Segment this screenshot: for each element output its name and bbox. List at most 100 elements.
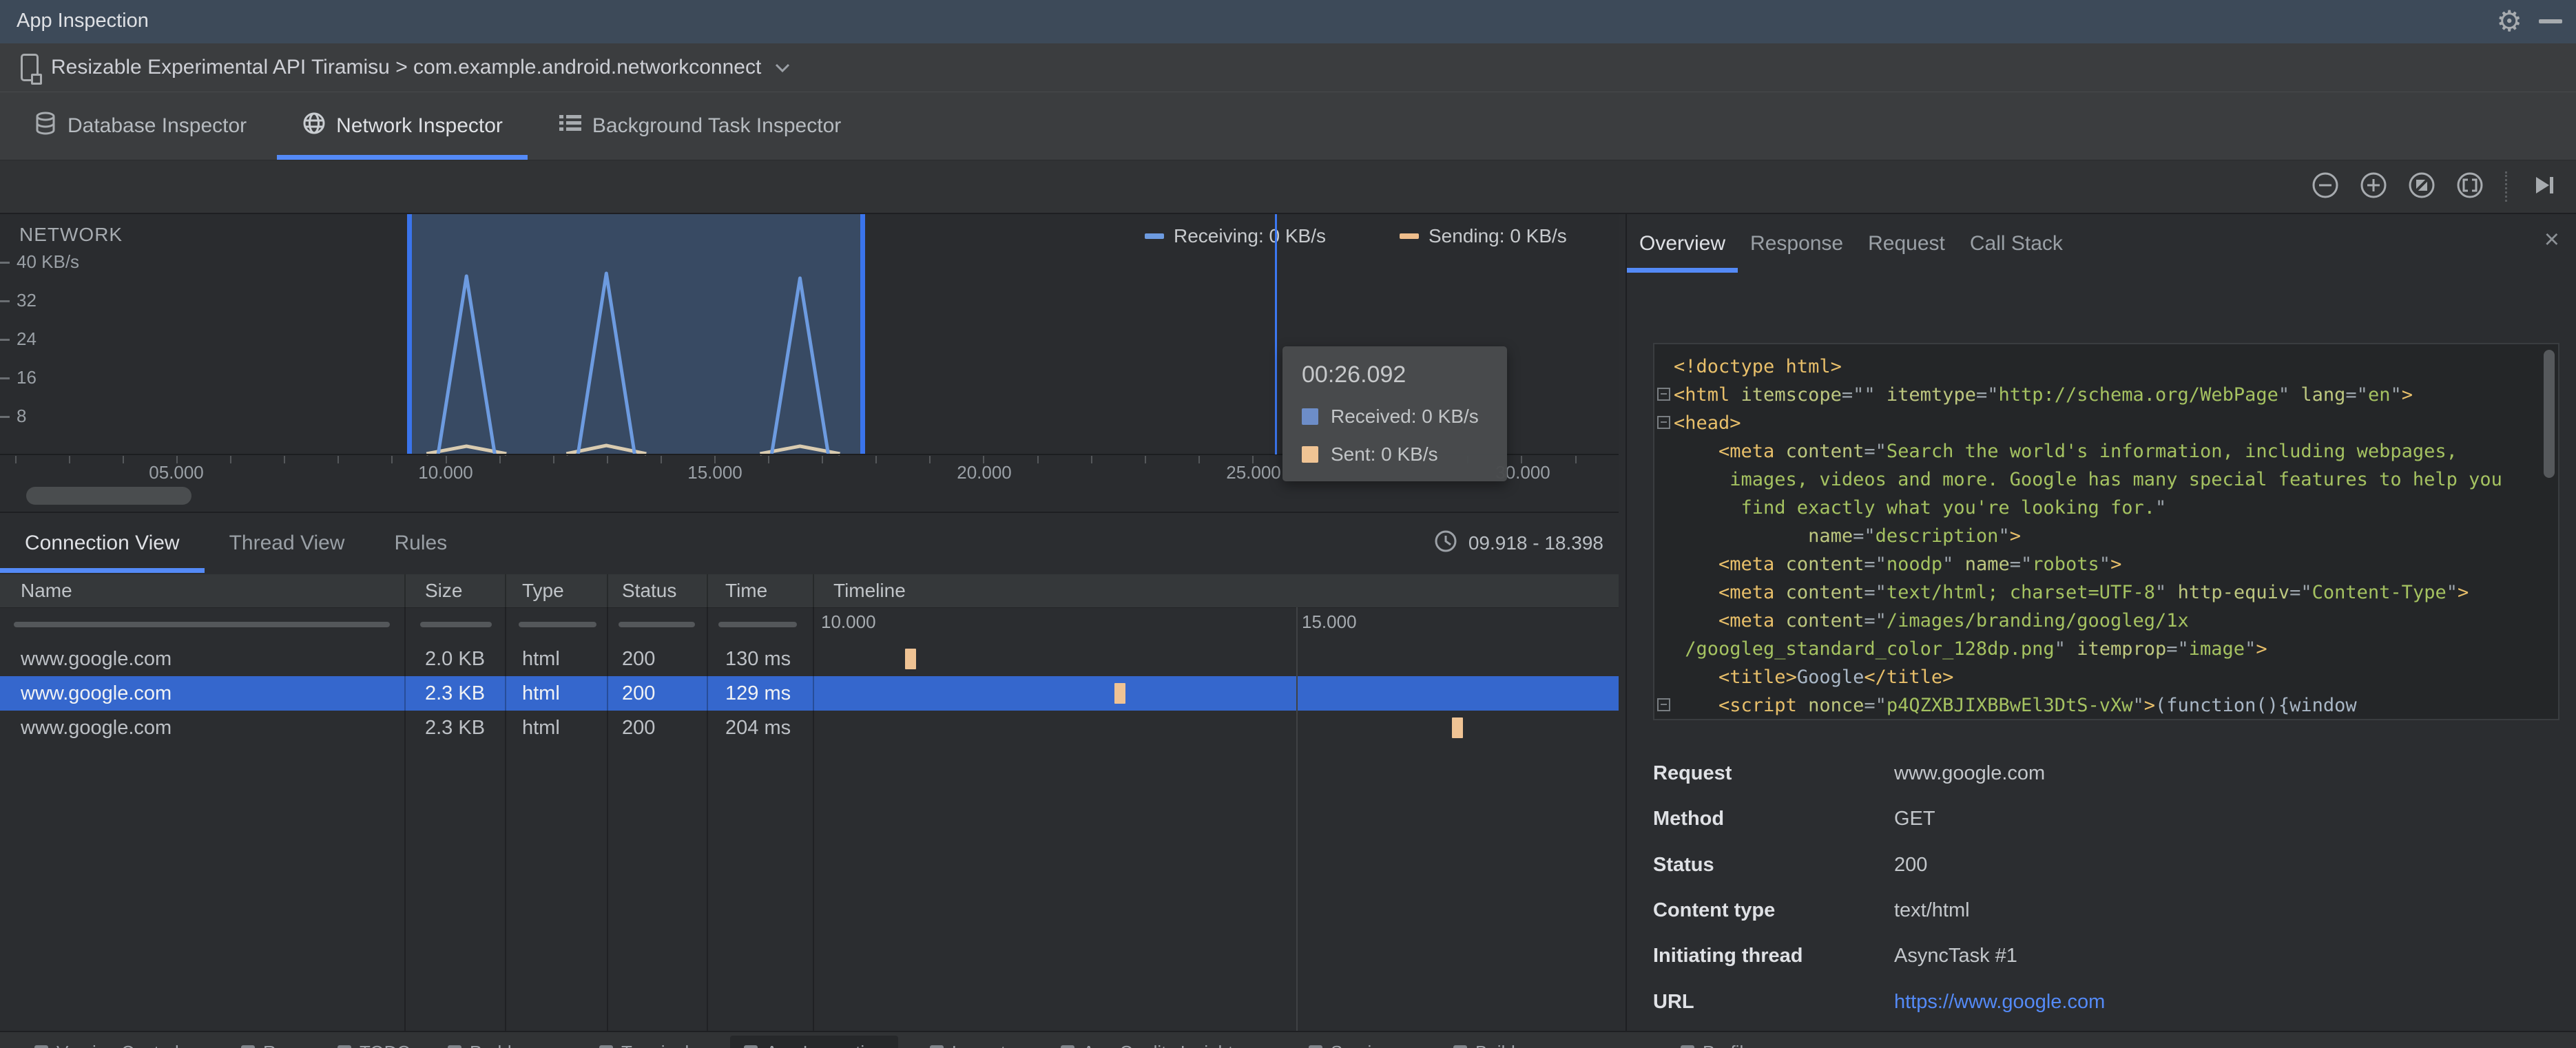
toolwindow-button-terminal[interactable]: Terminal [585, 1036, 703, 1048]
tooltip-swatch [1302, 446, 1318, 463]
zoom-in-button[interactable] [2358, 171, 2389, 202]
zoom-to-selection-button[interactable] [2454, 171, 2486, 202]
tab-connection-view[interactable]: Connection View [0, 513, 205, 573]
tab-rules[interactable]: Rules [369, 513, 472, 573]
toolwindow-button-app-inspection[interactable]: App Inspection [730, 1036, 899, 1048]
toolbar-icons [2309, 160, 2559, 213]
tab-label: Thread View [229, 531, 345, 554]
tab-response[interactable]: Response [1738, 214, 1856, 273]
x-axis-tick [1091, 456, 1092, 463]
column-scrollbar[interactable] [519, 622, 596, 627]
tab-call-stack[interactable]: Call Stack [1957, 214, 2075, 273]
code-token: =" [1864, 441, 1887, 462]
code-line: <meta content="Search the world's inform… [1674, 437, 2458, 465]
connection-tabs: Connection View Thread View Rules [0, 513, 1619, 573]
table-row[interactable]: www.google.com 2.3 KB html 200 204 ms [0, 711, 1619, 745]
reset-zoom-button[interactable] [2406, 171, 2438, 202]
code-line: <script nonce="p4QZXBJIXBBwEl3DtS-vXw">(… [1674, 691, 2357, 719]
zoom-out-button[interactable] [2309, 171, 2341, 202]
column-separator[interactable] [707, 574, 708, 1031]
settings-gear-icon[interactable]: ⚙ [2496, 4, 2522, 38]
tab-request[interactable]: Request [1856, 214, 1957, 273]
selected-range: 09.918 - 18.398 [1434, 530, 1603, 556]
code-scrollbar-thumb[interactable] [2544, 350, 2555, 478]
timeline-tick-label: 15.000 [1302, 611, 1357, 632]
chevron-down-icon[interactable] [775, 63, 790, 76]
code-token: > [2401, 384, 2413, 406]
code-line: <title>Google</title> [1674, 663, 1953, 691]
toolwindow-button-app-quality-insights[interactable]: App Quality Insights [1047, 1036, 1256, 1048]
column-header-time[interactable]: Time [725, 574, 767, 607]
column-header-type[interactable]: Type [522, 574, 564, 607]
tab-label: Background Task Inspector [592, 114, 842, 137]
chart-horizontal-scrollbar[interactable] [26, 487, 191, 505]
code-token: lang [2300, 384, 2346, 406]
column-header-timeline[interactable]: Timeline [833, 574, 906, 607]
x-axis-tick [1198, 456, 1200, 463]
code-token: <script [1718, 695, 1797, 716]
code-token: > [2143, 695, 2156, 716]
toolwindow-button-todo[interactable]: TODO [324, 1036, 425, 1048]
tab-network-inspector[interactable]: Network Inspector [274, 92, 530, 160]
toolwindow-button-version-control[interactable]: Version Control [21, 1036, 193, 1048]
tab-overview[interactable]: Overview [1627, 214, 1738, 273]
toolwindow-icon [744, 1045, 758, 1048]
detail-value-url[interactable]: https://www.google.com [1894, 988, 2105, 1016]
tab-background-task-inspector[interactable]: Background Task Inspector [530, 92, 869, 160]
cell-name: www.google.com [21, 682, 172, 704]
column-header-status[interactable]: Status [622, 574, 676, 607]
column-header-size[interactable]: Size [425, 574, 462, 607]
code-fold-icon[interactable] [1657, 698, 1670, 711]
x-axis-tick [15, 456, 17, 463]
toolwindow-button-profiler[interactable]: Profiler [1667, 1036, 1773, 1048]
tooltip-row-label: Received: 0 KB/s [1331, 406, 1479, 427]
toolwindow-button-services[interactable]: Services [1295, 1036, 1413, 1048]
column-scrollbar[interactable] [718, 622, 797, 627]
tab-thread-view[interactable]: Thread View [205, 513, 370, 573]
toolwindow-label: Run [263, 1042, 296, 1048]
skip-to-end-icon [2528, 169, 2559, 205]
app-inspection-window: App Inspection ⚙ Resizable Experimental … [0, 0, 2576, 1048]
code-line: <meta content="/images/branding/googleg/… [1674, 607, 2189, 635]
cell-type: html [522, 717, 560, 739]
table-row[interactable]: www.google.com 2.3 KB html 200 129 ms [0, 676, 1619, 711]
clock-icon [1434, 530, 1457, 556]
skip-to-end-button[interactable] [2528, 171, 2559, 202]
column-separator[interactable] [404, 574, 406, 1031]
code-fold-icon[interactable] [1657, 388, 1670, 401]
process-selector[interactable]: Resizable Experimental API Tiramisu > co… [51, 56, 761, 79]
toolwindow-button-problems[interactable]: Problems [434, 1036, 559, 1048]
code-token: =" [2166, 638, 2189, 660]
column-separator[interactable] [813, 574, 814, 1031]
toolwindow-button-build[interactable]: Build [1440, 1036, 1529, 1048]
code-line: <head> [1674, 409, 1741, 437]
detail-label-initiating-thread: Initiating thread [1653, 945, 1803, 967]
code-fold-icon[interactable] [1657, 416, 1670, 429]
x-axis-tick [69, 456, 70, 463]
minimize-icon[interactable] [2539, 19, 2562, 23]
column-scrollbar[interactable] [420, 622, 492, 627]
code-line: find exactly what you're looking for." [1674, 494, 2167, 522]
inspector-tabs: Database Inspector Network Inspector Backg… [0, 92, 2576, 160]
response-payload-viewer[interactable]: <!doctype html> <html itemscope="" itemty… [1653, 343, 2559, 720]
tooltip-swatch [1302, 408, 1318, 425]
code-line: <html itemscope="" itemtype="http://sche… [1674, 381, 2413, 409]
table-row[interactable]: www.google.com 2.0 KB html 200 130 ms [0, 642, 1619, 676]
close-icon[interactable]: × [2544, 225, 2559, 255]
column-separator[interactable] [505, 574, 506, 1031]
cell-size: 2.3 KB [425, 717, 486, 739]
code-token: =" [1864, 695, 1887, 716]
toolwindow-button-run[interactable]: Run [227, 1036, 310, 1048]
code-token: content [1785, 441, 1865, 462]
code-token: nonce [1808, 695, 1865, 716]
column-header-name[interactable]: Name [21, 574, 72, 607]
column-scrollbar[interactable] [619, 622, 695, 627]
tab-database-inspector[interactable]: Database Inspector [6, 92, 274, 160]
column-separator[interactable] [607, 574, 608, 1031]
code-token: Content-Type [2312, 582, 2447, 603]
toolwindow-button-logcat[interactable]: Logcat [916, 1036, 1019, 1048]
column-scrollbar[interactable] [14, 622, 390, 627]
